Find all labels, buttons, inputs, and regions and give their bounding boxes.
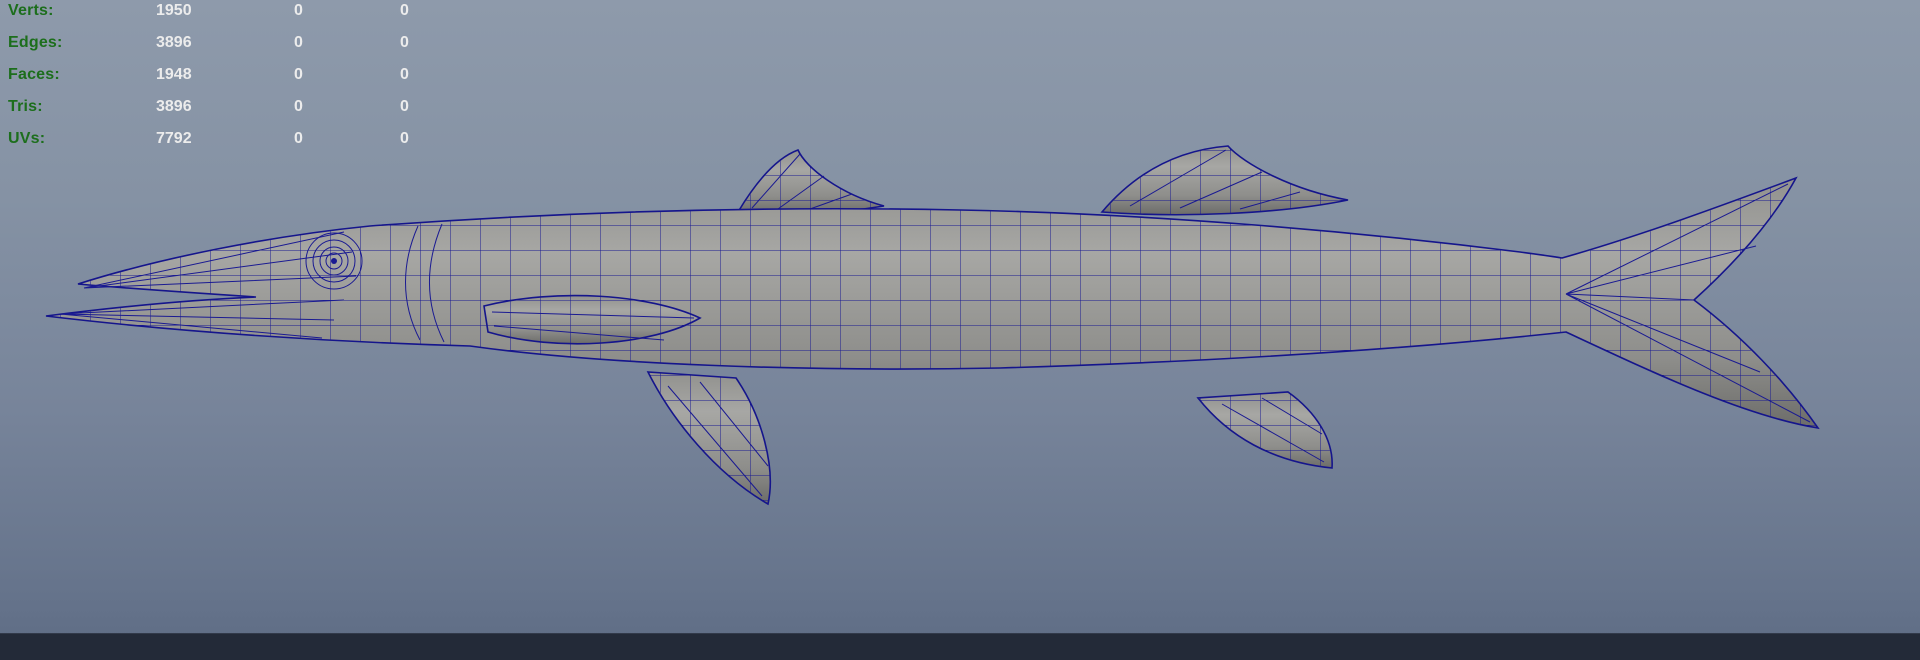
dorsal-fin-front bbox=[737, 149, 885, 215]
pelvic-fin bbox=[647, 371, 772, 505]
hud-row-verts: Verts: 1950 0 0 bbox=[8, 2, 508, 24]
hud-label: Verts: bbox=[8, 2, 54, 19]
bottom-bar bbox=[0, 633, 1920, 660]
hud-total: 1948 bbox=[156, 66, 192, 83]
3d-viewport[interactable]: Verts: 1950 0 0 Edges: 3896 0 0 Faces: 1… bbox=[0, 0, 1920, 660]
hud-total: 1950 bbox=[156, 2, 192, 19]
hud-other: 0 bbox=[400, 130, 409, 147]
hud-other: 0 bbox=[400, 66, 409, 83]
hud-other: 0 bbox=[400, 98, 409, 115]
hud-selected: 0 bbox=[294, 130, 303, 147]
hud-row-tris: Tris: 3896 0 0 bbox=[8, 98, 508, 120]
hud-total: 3896 bbox=[156, 98, 192, 115]
hud-selected: 0 bbox=[294, 34, 303, 51]
hud-selected: 0 bbox=[294, 2, 303, 19]
hud-label: Faces: bbox=[8, 66, 60, 83]
dorsal-fin-rear bbox=[1101, 145, 1349, 216]
fish-body[interactable] bbox=[45, 177, 1819, 429]
hud-row-faces: Faces: 1948 0 0 bbox=[8, 66, 508, 88]
anal-fin bbox=[1197, 391, 1333, 469]
hud-total: 7792 bbox=[156, 130, 192, 147]
hud-other: 0 bbox=[400, 34, 409, 51]
hud-selected: 0 bbox=[294, 66, 303, 83]
hud-row-edges: Edges: 3896 0 0 bbox=[8, 34, 508, 56]
hud-row-uvs: UVs: 7792 0 0 bbox=[8, 130, 508, 152]
hud-label: UVs: bbox=[8, 130, 46, 147]
hud-label: Edges: bbox=[8, 34, 63, 51]
hud-selected: 0 bbox=[294, 98, 303, 115]
hud-other: 0 bbox=[400, 2, 409, 19]
hud-total: 3896 bbox=[156, 34, 192, 51]
poly-count-hud: Verts: 1950 0 0 Edges: 3896 0 0 Faces: 1… bbox=[0, 0, 520, 170]
hud-label: Tris: bbox=[8, 98, 43, 115]
